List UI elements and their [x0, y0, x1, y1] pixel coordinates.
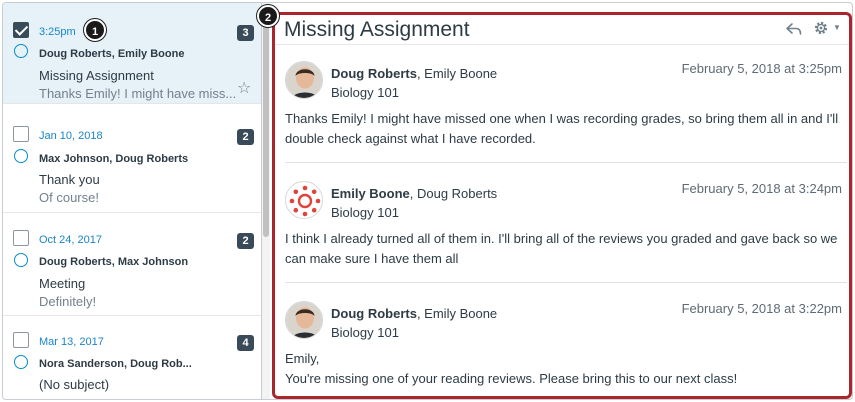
- callout-1: 1: [84, 19, 106, 41]
- message-body-line: You're missing one of your reading revie…: [285, 371, 738, 386]
- star-icon[interactable]: ☆: [237, 78, 251, 98]
- message-body-line: Emily,: [285, 351, 320, 366]
- list-scrollbar[interactable]: [262, 3, 270, 399]
- conversation-participants: Nora Sanderson, Doug Rob...: [39, 358, 192, 370]
- conversation-item[interactable]: Mar 13, 2017 Nora Sanderson, Doug Rob...…: [3, 318, 261, 399]
- conversation-subject: (No subject): [39, 377, 110, 392]
- message-author: Doug Roberts: [331, 306, 417, 321]
- message-date: February 5, 2018 at 3:22pm: [681, 301, 842, 316]
- conversation-subject: Missing Assignment: [39, 68, 154, 83]
- message-recipients: , Emily Boone: [416, 66, 498, 81]
- callout-2: 2: [257, 5, 279, 27]
- message-course: Biology 101: [331, 85, 399, 100]
- message-recipients: , Doug Roberts: [409, 186, 498, 201]
- message-divider: [285, 162, 847, 163]
- avatar[interactable]: [285, 181, 323, 219]
- conversation-preview: Definitely!: [39, 294, 97, 309]
- message-author: Emily Boone: [331, 186, 410, 201]
- conversation-preview: Thanks Emily! I might have miss...: [39, 86, 237, 101]
- message-item: Doug Roberts, Emily Boone Biology 101 Fe…: [275, 61, 849, 181]
- user-photo-icon: [286, 62, 322, 98]
- conversation-participants: Doug Roberts, Emily Boone: [39, 48, 185, 60]
- conversation-list: 3:25pm Doug Roberts, Emily Boone Missing…: [3, 3, 262, 399]
- message-divider: [285, 282, 847, 283]
- unread-toggle[interactable]: [14, 253, 28, 267]
- scrollbar-thumb[interactable]: [263, 7, 269, 237]
- gear-icon[interactable]: [813, 20, 829, 36]
- message-author: Doug Roberts: [331, 66, 417, 81]
- unread-toggle[interactable]: [14, 355, 28, 369]
- message-count-badge: 3: [237, 25, 254, 41]
- conversation-date: Jan 10, 2018: [39, 130, 103, 142]
- conversation-participants: Doug Roberts, Max Johnson: [39, 256, 189, 268]
- thread-title: Missing Assignment: [284, 18, 470, 41]
- message-count-badge: 2: [237, 129, 254, 145]
- avatar[interactable]: [285, 301, 323, 339]
- message-count-badge: 4: [237, 335, 254, 351]
- message-body: Thanks Emily! I might have missed one wh…: [285, 111, 839, 146]
- conversation-subject: Meeting: [39, 276, 86, 291]
- user-photo-icon: [286, 302, 322, 338]
- message-count-badge: 2: [237, 233, 254, 249]
- conversation-preview: Of course!: [39, 190, 99, 205]
- unread-toggle[interactable]: [14, 44, 28, 58]
- select-checkbox[interactable]: [13, 22, 29, 38]
- message-body: I think I already turned all of them in.…: [285, 231, 838, 266]
- message-date: February 5, 2018 at 3:24pm: [681, 181, 842, 196]
- conversation-item[interactable]: 3:25pm Doug Roberts, Emily Boone Missing…: [3, 3, 261, 104]
- inbox-window: 3:25pm Doug Roberts, Emily Boone Missing…: [2, 2, 853, 400]
- conversation-date: Oct 24, 2017: [39, 234, 102, 246]
- select-checkbox[interactable]: [13, 230, 29, 246]
- select-checkbox[interactable]: [13, 126, 29, 142]
- conversation-subject: Thank you: [39, 172, 100, 187]
- message-item: Emily Boone, Doug Roberts Biology 101 Fe…: [275, 181, 849, 301]
- avatar[interactable]: [285, 61, 323, 99]
- conversation-item[interactable]: Jan 10, 2018 Max Johnson, Doug Roberts T…: [3, 112, 261, 213]
- message-thread-panel: Missing Assignment ▼ Doug Roberts, Emily…: [272, 12, 852, 399]
- message-item: Doug Roberts, Emily Boone Biology 101 Fe…: [275, 301, 849, 396]
- conversation-participants: Max Johnson, Doug Roberts: [39, 153, 189, 165]
- conversation-date: 3:25pm: [39, 26, 76, 38]
- conversation-date: Mar 13, 2017: [39, 336, 104, 348]
- message-course: Biology 101: [331, 205, 399, 220]
- select-checkbox[interactable]: [13, 332, 29, 348]
- message-body: Emily, You're missing one of your readin…: [285, 349, 847, 389]
- reply-icon[interactable]: [785, 20, 803, 38]
- unread-toggle[interactable]: [14, 149, 28, 163]
- message-recipients: , Emily Boone: [416, 306, 498, 321]
- chevron-down-icon[interactable]: ▼: [833, 23, 841, 32]
- conversation-item[interactable]: Oct 24, 2017 Doug Roberts, Max Johnson M…: [3, 215, 261, 316]
- message-date: February 5, 2018 at 3:25pm: [681, 61, 842, 76]
- title-divider: [275, 44, 849, 45]
- message-course: Biology 101: [331, 325, 399, 340]
- canvas-logo-icon: [286, 182, 322, 218]
